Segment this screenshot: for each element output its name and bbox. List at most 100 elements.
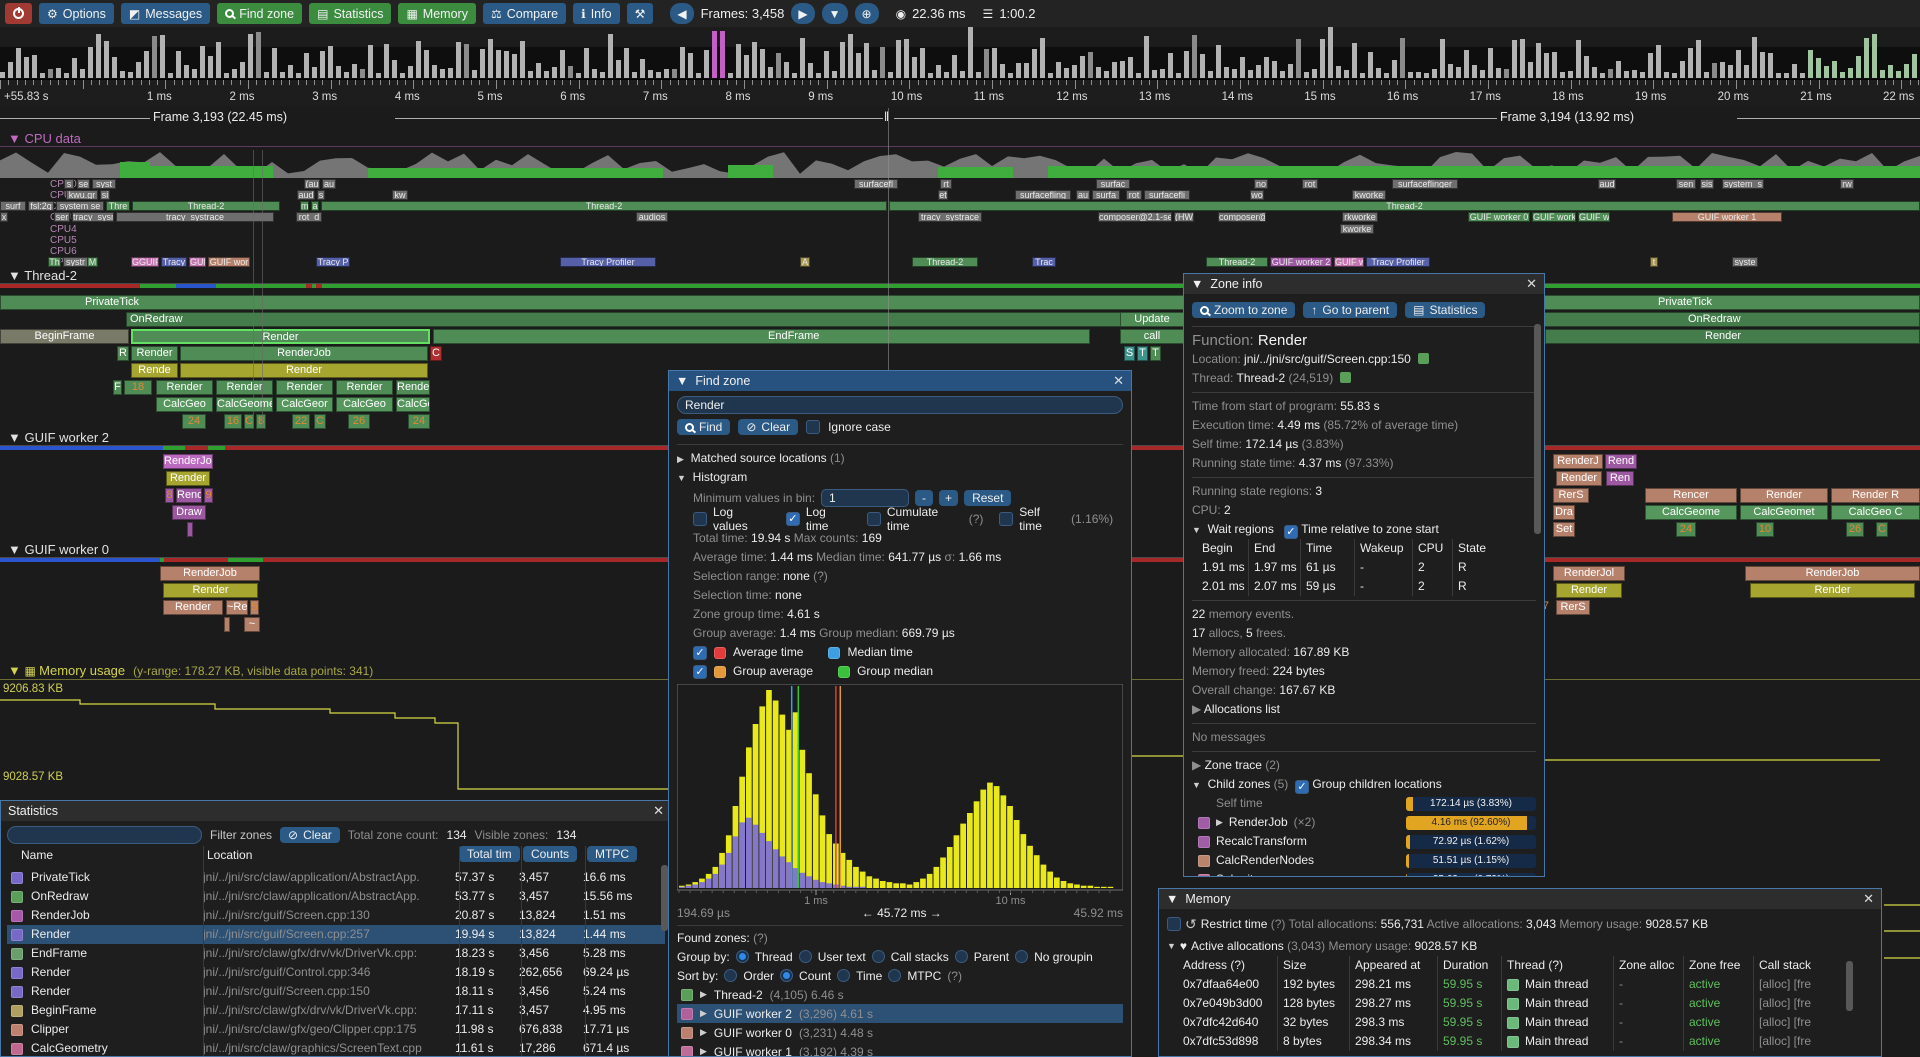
cpu-zone[interactable]: GUIF worker 0 xyxy=(1468,212,1530,222)
find-zone-button[interactable]: Find zone xyxy=(217,3,302,24)
clear-filter-button[interactable]: ⊘Clear xyxy=(280,827,340,843)
prev-frame-button[interactable]: ◀ xyxy=(670,3,693,24)
cpu-zone[interactable]: rkworke xyxy=(1342,212,1378,222)
cpu-zone[interactable]: composer@2.1-se xyxy=(1098,212,1172,222)
zone-24[interactable]: 24 xyxy=(1676,522,1696,537)
col-header-location[interactable]: Location xyxy=(207,848,252,862)
cpu-zone[interactable]: au xyxy=(1076,190,1090,200)
cpu-zone[interactable]: Thre xyxy=(106,201,130,211)
zone-renderj[interactable]: RenderJ xyxy=(1553,454,1603,469)
child-zone-row[interactable]: RecalcTransform72.92 µs (1.62%) xyxy=(1192,832,1536,851)
cpu-zone[interactable]: surfac xyxy=(1096,179,1130,189)
frame-overview-strip[interactable] xyxy=(0,27,1920,79)
expand-arrow-icon[interactable]: ▶ xyxy=(700,1027,707,1038)
compare-button[interactable]: ⚖Compare xyxy=(483,3,566,24)
wait-regions-label[interactable]: Wait regions xyxy=(1208,522,1274,536)
cpu-zone[interactable]: GUIF wor xyxy=(208,257,250,267)
zone-render[interactable]: Render xyxy=(216,380,273,395)
col-header-name[interactable]: Name xyxy=(21,848,53,862)
power-button[interactable] xyxy=(5,3,32,24)
cpu-zone[interactable]: x xyxy=(0,212,8,222)
zone-f[interactable]: F xyxy=(113,380,122,395)
child-zone-row[interactable]: CalcRenderNodes51.51 µs (1.15%) xyxy=(1192,851,1536,870)
zone-26[interactable]: 26 xyxy=(1846,522,1864,537)
cpu-zone[interactable]: surfacefli xyxy=(1144,190,1190,200)
allocation-row[interactable]: 0x7dfc42d64032 bytes298.3 ms59.95 sMain … xyxy=(1167,1013,1873,1032)
found-zone-group[interactable]: ▶Thread-2(4,105) 6.46 s xyxy=(677,985,1123,1004)
zone-c[interactable]: C xyxy=(1876,522,1888,537)
zone-render[interactable]: Render xyxy=(131,346,178,361)
child-zones-label[interactable]: Child zones xyxy=(1208,777,1271,791)
cpu-data-section-header[interactable]: ▼ CPU data xyxy=(8,131,81,146)
cpu-zone[interactable]: surfacefling xyxy=(1015,190,1071,200)
options-button[interactable]: ⚙Options xyxy=(39,3,114,24)
messages-button[interactable]: ◩Messages xyxy=(121,3,210,24)
cpu-zone[interactable]: fsl:2g xyxy=(28,201,54,211)
zone-renderjol[interactable]: RenderJol xyxy=(1553,566,1625,581)
zone-dra[interactable]: Dra xyxy=(1553,505,1575,520)
zone-render[interactable]: Render xyxy=(1750,583,1915,598)
zone-render[interactable]: Render xyxy=(276,380,333,395)
go-to-parent-button[interactable]: ↑Go to parent xyxy=(1303,302,1397,318)
group-children-checkbox[interactable]: ✓ xyxy=(1295,780,1309,794)
close-icon[interactable]: ✕ xyxy=(1113,373,1124,389)
zone-c[interactable]: C xyxy=(430,346,442,361)
zone-renderjob[interactable]: RenderJob xyxy=(180,346,428,361)
checkbox-log-values[interactable] xyxy=(693,512,707,526)
cpu-zone[interactable]: Tracy xyxy=(161,257,187,267)
tools-button[interactable]: ⚒ xyxy=(627,3,654,24)
cpu-zone[interactable]: no xyxy=(1254,179,1268,189)
zone-renderjob[interactable]: RenderJob xyxy=(163,454,213,469)
cpu-zone[interactable]: M xyxy=(87,257,98,267)
sort-by-radio-order[interactable] xyxy=(724,969,737,982)
cpu-zone[interactable]: surfaceflinger xyxy=(1392,179,1458,189)
cpu-zone[interactable]: Thread-2 xyxy=(1206,257,1268,267)
cpu-zone[interactable]: rot_d xyxy=(296,212,322,222)
zone-8[interactable]: 8 xyxy=(165,488,174,503)
cpu-zone[interactable]: system se xyxy=(56,201,104,211)
cpu-zone[interactable]: aud xyxy=(297,190,315,200)
zone-9[interactable]: 9 xyxy=(204,488,213,503)
cpu-zone[interactable]: systr xyxy=(63,257,88,267)
zone-24[interactable]: 24 xyxy=(182,414,206,429)
zone-render[interactable]: Render xyxy=(156,380,213,395)
cpu-zone[interactable]: Thread-2 xyxy=(132,201,280,211)
expand-arrow-icon[interactable]: ▶ xyxy=(700,989,707,1000)
thread-header-guif-worker-2[interactable]: ▼ GUIF worker 2 xyxy=(8,430,109,445)
zoom-to-zone-button[interactable]: Zoom to zone xyxy=(1192,302,1295,318)
zone-draw[interactable]: Draw xyxy=(172,505,206,520)
cpu-zone[interactable]: tracy_systrace xyxy=(116,212,274,222)
group-by-radio-thread[interactable] xyxy=(736,950,749,963)
decrease-bin-button[interactable]: - xyxy=(915,490,933,506)
zone-c[interactable]: C xyxy=(314,414,326,429)
checkbox-cumulate-time[interactable] xyxy=(867,512,881,526)
cpu-zone[interactable]: GUIF w xyxy=(1334,257,1364,267)
col-header-mtpc[interactable]: MTPC xyxy=(587,846,637,862)
zone-render[interactable]: Render xyxy=(1556,471,1602,486)
found-zone-group[interactable]: ▶GUIF worker 2(3,296) 4.61 s xyxy=(677,1004,1123,1023)
zone-18[interactable]: 18 xyxy=(124,380,152,395)
child-zone-row[interactable]: Submit35.63 µs (0.79%) xyxy=(1192,870,1536,877)
zone-calcgeome[interactable]: CalcGeome xyxy=(216,397,273,412)
zone-~[interactable]: ~ xyxy=(244,617,260,632)
zone-beginframe[interactable]: BeginFrame xyxy=(0,329,129,344)
allocation-row[interactable]: 0x7dfaa64e00192 bytes298.21 ms59.95 sMai… xyxy=(1167,975,1873,994)
zone-renderjob[interactable]: RenderJob xyxy=(1745,566,1920,581)
histogram-section-row[interactable]: ▼ Histogram xyxy=(677,468,1123,487)
zone-rers[interactable]: RerS xyxy=(1556,600,1590,615)
reset-button[interactable]: Reset xyxy=(964,490,1011,506)
cpu-zone[interactable]: composer@ xyxy=(1218,212,1266,222)
child-zone-row[interactable]: Self time172.14 µs (3.83%) xyxy=(1192,794,1536,813)
frame-set-button[interactable]: ▼ xyxy=(822,3,848,24)
memory-panel-header[interactable]: ▼Memory✕ xyxy=(1159,889,1881,909)
cpu-zone[interactable]: sis xyxy=(1700,179,1714,189)
info-button[interactable]: ℹInfo xyxy=(573,3,619,24)
ignore-case-checkbox[interactable] xyxy=(806,420,820,434)
zone-8[interactable]: 8 xyxy=(256,414,266,429)
filter-zones-input[interactable] xyxy=(7,826,202,844)
cpu-zone[interactable]: et xyxy=(938,190,948,200)
cpu-zone[interactable]: tracy_sysn xyxy=(72,212,114,222)
scrollbar-thumb[interactable] xyxy=(1846,961,1853,1011)
zone-ren[interactable]: Ren xyxy=(1606,471,1634,486)
cpu-zone[interactable]: system_s xyxy=(1722,179,1764,189)
